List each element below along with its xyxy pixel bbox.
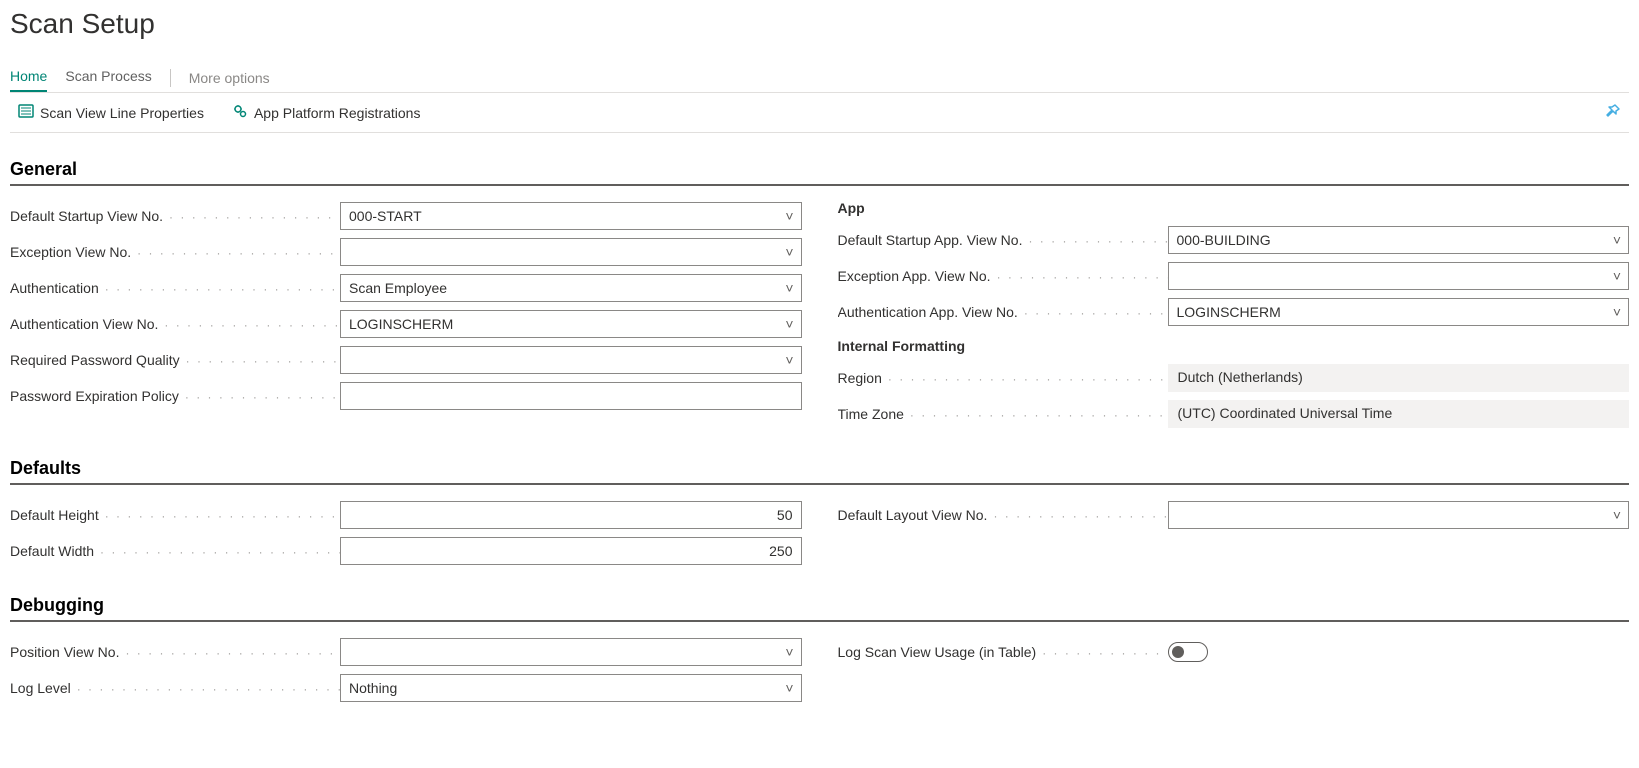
- gear-icon: [232, 103, 248, 122]
- label-default-layout-view: Default Layout View No.: [838, 507, 1168, 523]
- select-authentication[interactable]: [340, 274, 802, 302]
- tab-scan-process[interactable]: Scan Process: [65, 64, 151, 92]
- input-default-height[interactable]: [340, 501, 802, 529]
- pin-icon[interactable]: [1605, 103, 1621, 122]
- action-label: Scan View Line Properties: [40, 105, 204, 121]
- subheader-app: App: [838, 200, 1630, 216]
- label-log-level: Log Level: [10, 680, 340, 696]
- label-default-height: Default Height: [10, 507, 340, 523]
- toggle-knob: [1172, 646, 1184, 658]
- select-required-password-quality[interactable]: [340, 346, 802, 374]
- tab-separator: [170, 69, 171, 87]
- label-default-startup-view: Default Startup View No.: [10, 208, 340, 224]
- input-password-expiration-policy[interactable]: [340, 382, 802, 410]
- label-default-startup-app-view: Default Startup App. View No.: [838, 232, 1168, 248]
- action-scan-view-line-properties[interactable]: Scan View Line Properties: [18, 103, 204, 122]
- page-title: Scan Setup: [10, 8, 1629, 40]
- label-authentication-view: Authentication View No.: [10, 316, 340, 332]
- input-default-startup-view[interactable]: [340, 202, 802, 230]
- label-region: Region: [838, 370, 1168, 386]
- subheader-internal-formatting: Internal Formatting: [838, 338, 1630, 354]
- section-defaults-header: Defaults: [10, 458, 1629, 485]
- label-default-width: Default Width: [10, 543, 340, 559]
- tab-home[interactable]: Home: [10, 64, 47, 92]
- list-icon: [18, 103, 34, 122]
- action-app-platform-registrations[interactable]: App Platform Registrations: [232, 103, 421, 122]
- actions-bar: Scan View Line Properties App Platform R…: [10, 93, 1629, 133]
- label-position-view: Position View No.: [10, 644, 340, 660]
- section-debugging-header: Debugging: [10, 595, 1629, 622]
- label-log-scan-view-usage: Log Scan View Usage (in Table): [838, 644, 1168, 660]
- tab-more-options[interactable]: More options: [189, 70, 270, 86]
- action-label: App Platform Registrations: [254, 105, 421, 121]
- select-log-level[interactable]: [340, 674, 802, 702]
- input-authentication-app-view[interactable]: [1168, 298, 1630, 326]
- label-authentication-app-view: Authentication App. View No.: [838, 304, 1168, 320]
- label-time-zone: Time Zone: [838, 406, 1168, 422]
- readonly-region: Dutch (Netherlands): [1168, 364, 1630, 392]
- label-authentication: Authentication: [10, 280, 340, 296]
- label-exception-app-view: Exception App. View No.: [838, 268, 1168, 284]
- input-default-startup-app-view[interactable]: [1168, 226, 1630, 254]
- label-exception-view: Exception View No.: [10, 244, 340, 260]
- label-password-expiration-policy: Password Expiration Policy: [10, 388, 340, 404]
- input-position-view[interactable]: [340, 638, 802, 666]
- input-exception-view[interactable]: [340, 238, 802, 266]
- input-exception-app-view[interactable]: [1168, 262, 1630, 290]
- input-default-layout-view[interactable]: [1168, 501, 1630, 529]
- input-authentication-view[interactable]: [340, 310, 802, 338]
- tab-bar: Home Scan Process More options: [10, 64, 1629, 93]
- toggle-log-scan-view-usage[interactable]: [1168, 642, 1208, 662]
- readonly-time-zone: (UTC) Coordinated Universal Time: [1168, 400, 1630, 428]
- input-default-width[interactable]: [340, 537, 802, 565]
- section-general-header: General: [10, 159, 1629, 186]
- label-required-password-quality: Required Password Quality: [10, 352, 340, 368]
